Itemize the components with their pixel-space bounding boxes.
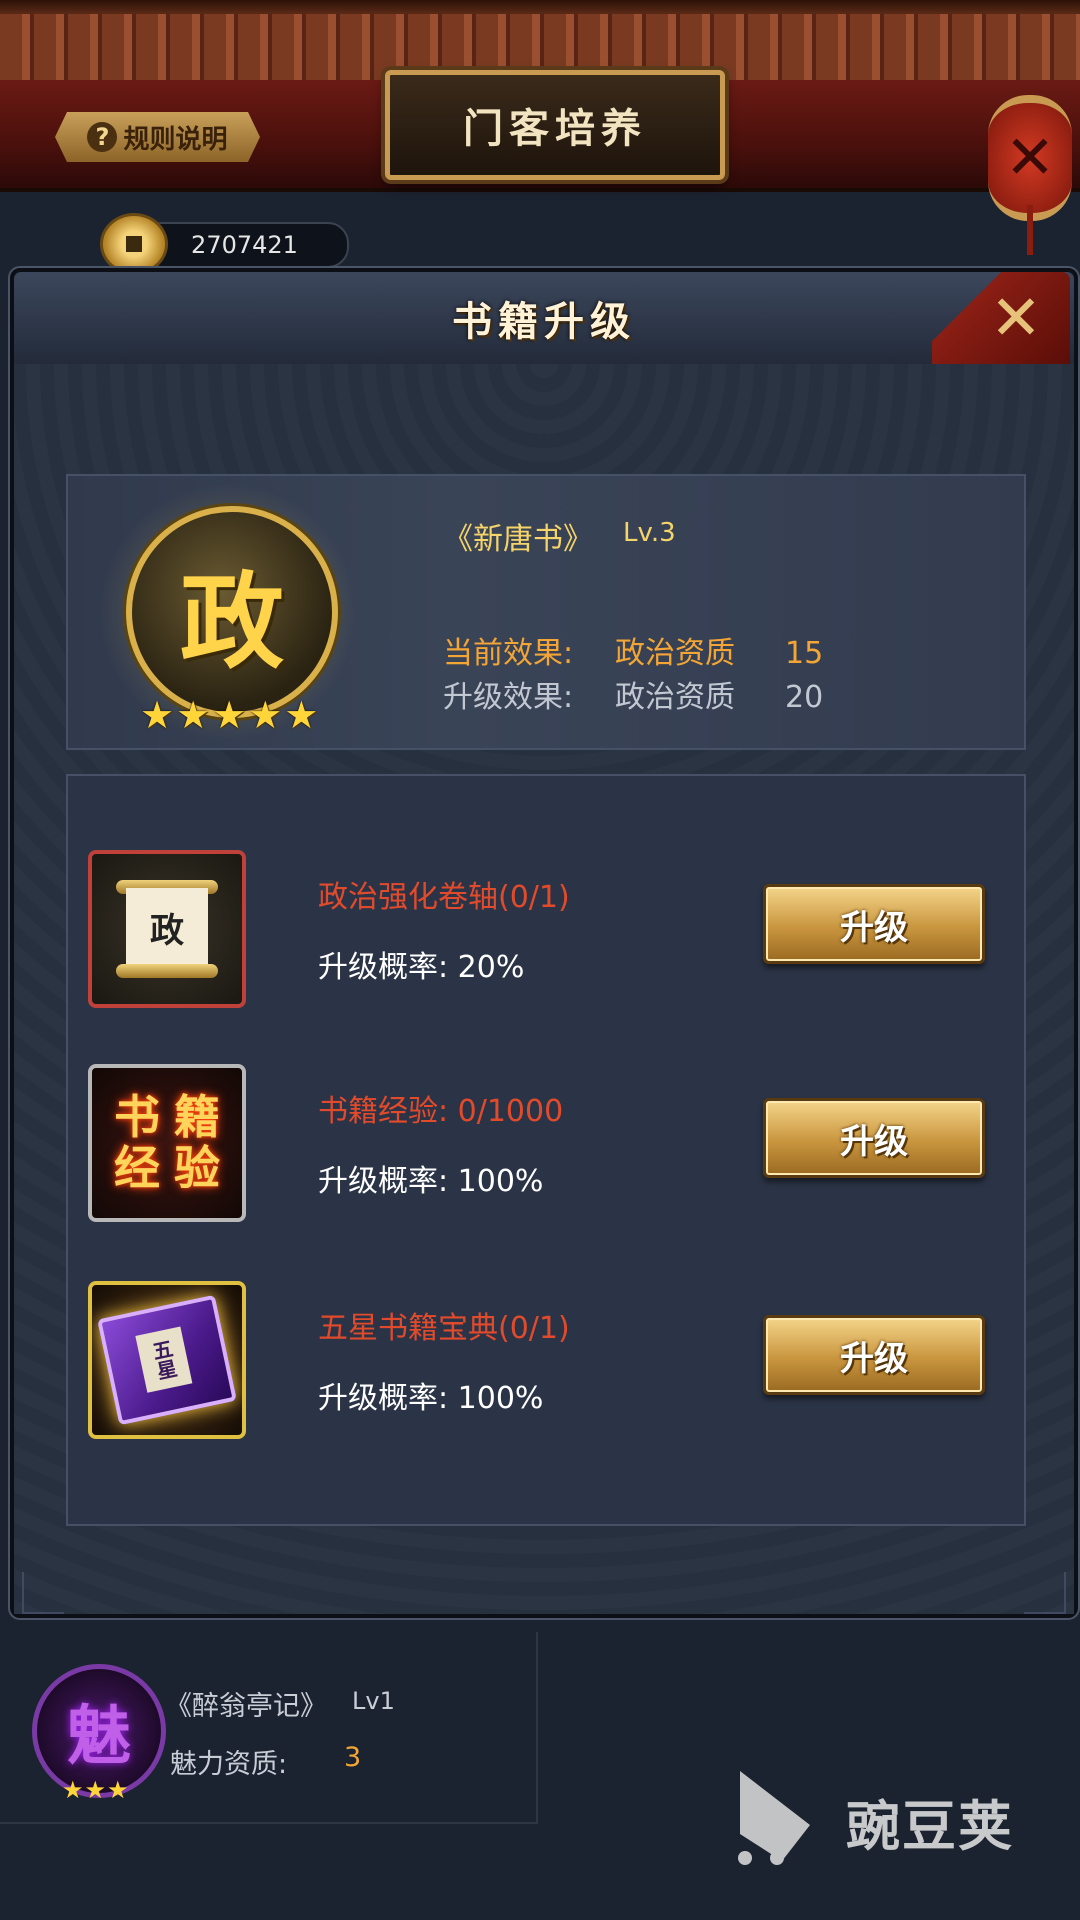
book-level: Lv1 bbox=[352, 1687, 395, 1715]
close-icon: ✕ bbox=[1004, 123, 1056, 193]
page-close-button[interactable]: ✕ bbox=[988, 95, 1072, 221]
upgrade-items-panel: 政 政治强化卷轴(0/1) 升级概率: 20% 升级 书 籍 经 验 书籍经验:… bbox=[66, 774, 1026, 1526]
watermark: 豌豆荚 bbox=[730, 1766, 1060, 1876]
upgrade-button[interactable]: 升级 bbox=[763, 1315, 985, 1395]
coin-icon bbox=[100, 213, 168, 275]
star-icon: ★ bbox=[212, 693, 247, 737]
corner-ornament bbox=[1024, 1572, 1066, 1614]
upgrade-item: 政 政治强化卷轴(0/1) 升级概率: 20% 升级 bbox=[68, 850, 1024, 1020]
rules-button[interactable]: ? 规则说明 bbox=[55, 112, 260, 162]
current-effect-attr: 政治资质 bbox=[615, 636, 735, 671]
modal-body: 政 ★ ★ ★ ★ ★ 《新唐书》 Lv.3 当前效果: 政治资质 15 升级效果:… bbox=[14, 364, 1074, 1614]
question-icon: ? bbox=[87, 122, 118, 152]
page-title: 门客培养 bbox=[463, 105, 647, 152]
book-star-rating: ★ ★ ★ ★ ★ bbox=[140, 696, 318, 734]
item-rate: 升级概率: 20% bbox=[318, 950, 525, 985]
modal-title: 书籍升级 bbox=[452, 298, 636, 345]
currency-amount: 2707421 bbox=[191, 231, 298, 259]
close-icon: ✕ bbox=[990, 281, 1042, 354]
book-name: 《新唐书》 bbox=[443, 522, 593, 557]
current-effect-value: 15 bbox=[785, 636, 824, 671]
page-title-plaque: 门客培养 bbox=[385, 70, 725, 180]
star-icon: ★ bbox=[107, 1776, 129, 1804]
star-icon: ★ bbox=[62, 1776, 84, 1804]
lantern-tassel bbox=[1027, 205, 1033, 255]
item-name: 书籍经验: 0/1000 bbox=[318, 1094, 564, 1129]
upgrade-item: 书 籍 经 验 书籍经验: 0/1000 升级概率: 100% 升级 bbox=[68, 1064, 1024, 1234]
roof-edge bbox=[0, 0, 1080, 14]
next-effect-attr: 政治资质 bbox=[615, 680, 735, 715]
book-exp-icon: 书 籍 经 验 bbox=[88, 1064, 246, 1222]
modal-title-wrap: 书籍升级 bbox=[14, 272, 1074, 364]
item-rate: 升级概率: 100% bbox=[318, 1164, 544, 1199]
book-star-rating: ★ ★ ★ bbox=[62, 1778, 129, 1802]
book-name: 《醉翁亭记》 bbox=[165, 1691, 327, 1722]
current-effect-row: 当前效果: 政治资质 15 bbox=[443, 628, 823, 672]
book-attr-label: 魅力资质: bbox=[170, 1749, 288, 1780]
next-effect-value: 20 bbox=[785, 680, 824, 715]
next-effect-label: 升级效果: bbox=[443, 680, 574, 715]
book-attr-value: 3 bbox=[344, 1742, 362, 1773]
book-level: Lv.3 bbox=[623, 518, 676, 548]
item-name: 五星书籍宝典(0/1) bbox=[318, 1311, 570, 1346]
modal-close-button[interactable]: ✕ bbox=[932, 272, 1070, 364]
watermark-text: 豌豆荚 bbox=[846, 1794, 1014, 1858]
five-star-tome-icon: 五星 bbox=[88, 1281, 246, 1439]
star-icon: ★ bbox=[84, 1776, 107, 1804]
star-icon: ★ bbox=[140, 693, 175, 737]
corner-ornament bbox=[22, 1572, 64, 1614]
star-icon: ★ bbox=[176, 693, 211, 737]
star-icon: ★ bbox=[248, 693, 283, 737]
next-effect-row: 升级效果: 政治资质 20 bbox=[443, 672, 823, 716]
book-upgrade-modal: 书籍升级 ✕ 政 ★ ★ ★ ★ ★ 《新唐书》 Lv.3 当前效果: 政治资质 1… bbox=[10, 268, 1078, 1618]
book-info-panel: 政 ★ ★ ★ ★ ★ 《新唐书》 Lv.3 当前效果: 政治资质 15 升级效果:… bbox=[66, 474, 1026, 750]
upgrade-button[interactable]: 升级 bbox=[763, 1098, 985, 1178]
scroll-icon: 政 bbox=[88, 850, 246, 1008]
upgrade-button[interactable]: 升级 bbox=[763, 884, 985, 964]
item-name: 政治强化卷轴(0/1) bbox=[318, 880, 570, 915]
current-effect-label: 当前效果: bbox=[443, 636, 574, 671]
currency-bar: 2707421 bbox=[140, 222, 349, 268]
book-list-item[interactable]: 魅 ★ ★ ★ 《醉翁亭记》 Lv1 魅力资质: 3 bbox=[0, 1632, 538, 1824]
upgrade-item: 五星 五星书籍宝典(0/1) 升级概率: 100% 升级 bbox=[68, 1281, 1024, 1451]
politics-book-icon: 政 bbox=[126, 506, 338, 718]
item-rate: 升级概率: 100% bbox=[318, 1381, 544, 1416]
star-icon: ★ bbox=[284, 693, 319, 737]
wandoujia-logo-icon bbox=[730, 1771, 830, 1871]
rules-label: 规则说明 bbox=[123, 124, 228, 155]
